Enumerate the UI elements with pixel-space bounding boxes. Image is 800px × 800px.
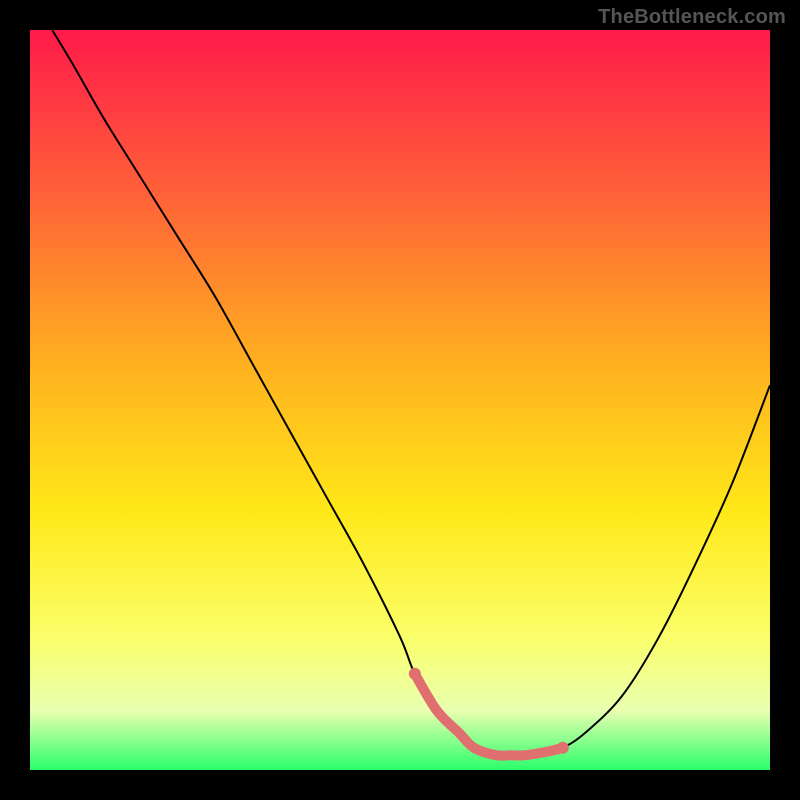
- chart-svg: [0, 0, 800, 800]
- watermark-text: TheBottleneck.com: [598, 6, 786, 29]
- marker-dot: [557, 742, 569, 754]
- plot-area: [30, 30, 770, 770]
- chart-frame: TheBottleneck.com: [0, 0, 800, 800]
- marker-dot: [409, 668, 421, 680]
